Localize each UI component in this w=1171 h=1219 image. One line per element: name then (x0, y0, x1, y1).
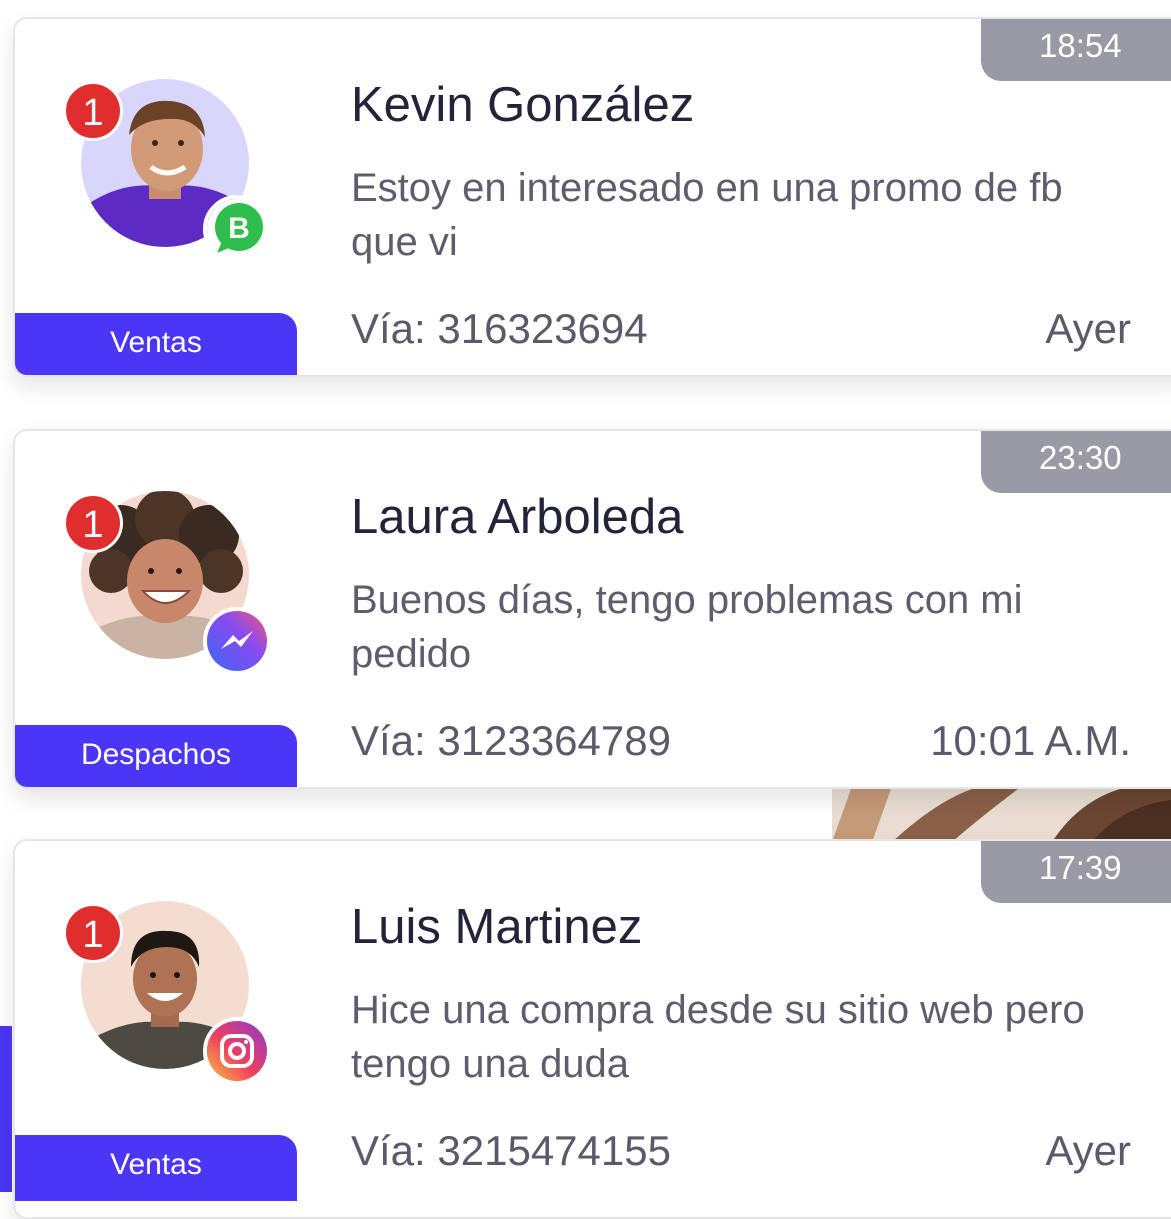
contact-name: Laura Arboleda (351, 490, 684, 544)
contact-name: Luis Martinez (351, 900, 643, 954)
background-photo (832, 786, 1171, 842)
unread-count-badge: 1 (63, 493, 123, 553)
side-accent-strip (0, 1026, 12, 1192)
last-activity: Ayer (1045, 1127, 1131, 1174)
department-tag[interactable]: Despachos (15, 725, 297, 787)
messenger-icon (203, 607, 271, 675)
department-tag[interactable]: Ventas (15, 313, 297, 375)
via-number: Vía: 316323694 (351, 305, 648, 352)
unread-count-badge: 1 (63, 903, 123, 963)
message-preview: Estoy en interesado en una promo de fb q… (351, 166, 1063, 264)
message-preview: Hice una compra desde su sitio web pero … (351, 988, 1085, 1086)
department-tag[interactable]: Ventas (15, 1135, 297, 1201)
time-tab: 23:30 (981, 431, 1171, 493)
via-number: Vía: 3123364789 (351, 717, 671, 764)
conversation-card[interactable]: 18:54 1 B Kevin González Estoy en intere… (13, 17, 1171, 377)
time-tab: 18:54 (981, 19, 1171, 81)
last-activity: Ayer (1045, 305, 1131, 352)
contact-name: Kevin González (351, 78, 695, 132)
unread-count-badge: 1 (63, 81, 123, 141)
instagram-icon (203, 1017, 271, 1085)
conversation-card[interactable]: 23:30 1 Laura Arboleda Buenos días, teng… (13, 429, 1171, 789)
via-number: Vía: 3215474155 (351, 1127, 671, 1174)
conversation-card[interactable]: 17:39 1 Luis Martinez Hice una compra de… (13, 839, 1171, 1219)
message-preview: Buenos días, tengo problemas con mi pedi… (351, 578, 1023, 676)
time-tab: 17:39 (981, 841, 1171, 903)
svg-text:B: B (228, 212, 250, 245)
whatsapp-business-icon: B (203, 195, 271, 263)
last-activity: 10:01 A.M. (930, 717, 1131, 764)
